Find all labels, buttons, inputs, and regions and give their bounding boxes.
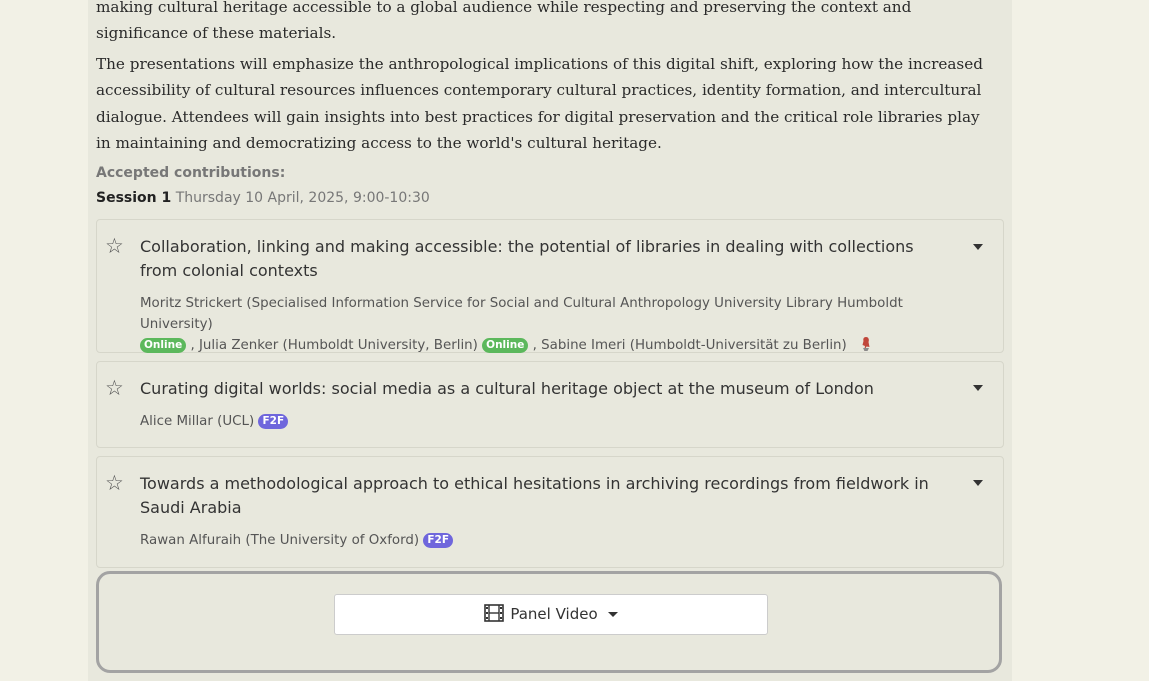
online-badge: Online — [482, 338, 529, 353]
chevron-down-icon[interactable] — [973, 385, 983, 391]
session-time: Thursday 10 April, 2025, 9:00-10:30 — [175, 190, 430, 206]
description-paragraph-1: making cultural heritage accessible to a… — [96, 0, 912, 43]
author-2: , Julia Zenker (Humboldt University, Ber… — [190, 338, 478, 353]
panel-video-container: Panel Video — [96, 571, 1002, 673]
accepted-contributions-label: Accepted contributions: — [96, 165, 286, 181]
paper-title-2[interactable]: Curating digital worlds: social media as… — [140, 377, 930, 401]
paper-title-1[interactable]: Collaboration, linking and making access… — [140, 235, 930, 283]
paper-authors-2: Alice Millar (UCL) F2F — [140, 411, 970, 432]
chevron-down-icon[interactable] — [973, 244, 983, 250]
film-icon — [483, 604, 511, 623]
paper-title-3[interactable]: Towards a methodological approach to eth… — [140, 472, 930, 520]
paper-authors-3: Rawan Alfuraih (The University of Oxford… — [140, 530, 970, 551]
star-icon[interactable]: ☆ — [105, 471, 124, 495]
online-badge: Online — [140, 338, 187, 353]
f2f-badge: F2F — [423, 533, 454, 548]
paper-authors-1: Moritz Strickert (Specialised Informatio… — [140, 293, 970, 359]
star-icon[interactable]: ☆ — [105, 376, 124, 400]
session-name: Session 1 — [96, 190, 172, 206]
panel-video-label: Panel Video — [510, 605, 598, 623]
chevron-down-icon[interactable] — [973, 480, 983, 486]
star-icon[interactable]: ☆ — [105, 234, 124, 258]
caret-down-icon — [608, 612, 619, 617]
description-paragraph-2: The presentations will emphasize the ant… — [96, 55, 983, 153]
pin-icon — [859, 336, 873, 359]
paper-card-2: ☆ Curating digital worlds: social media … — [96, 361, 1004, 448]
author-1: Rawan Alfuraih (The University of Oxford… — [140, 533, 420, 548]
f2f-badge: F2F — [258, 414, 289, 429]
panel-page: making cultural heritage accessible to a… — [88, 0, 1012, 681]
session-header: Session 1 Thursday 10 April, 2025, 9:00-… — [96, 190, 430, 206]
paper-card-1: ☆ Collaboration, linking and making acce… — [96, 219, 1004, 353]
author-3: , Sabine Imeri (Humboldt-Universität zu … — [532, 338, 847, 353]
author-1: Alice Millar (UCL) — [140, 414, 255, 429]
panel-video-button[interactable]: Panel Video — [334, 594, 768, 635]
author-1: Moritz Strickert (Specialised Informatio… — [140, 296, 903, 332]
paper-card-3: ☆ Towards a methodological approach to e… — [96, 456, 1004, 568]
